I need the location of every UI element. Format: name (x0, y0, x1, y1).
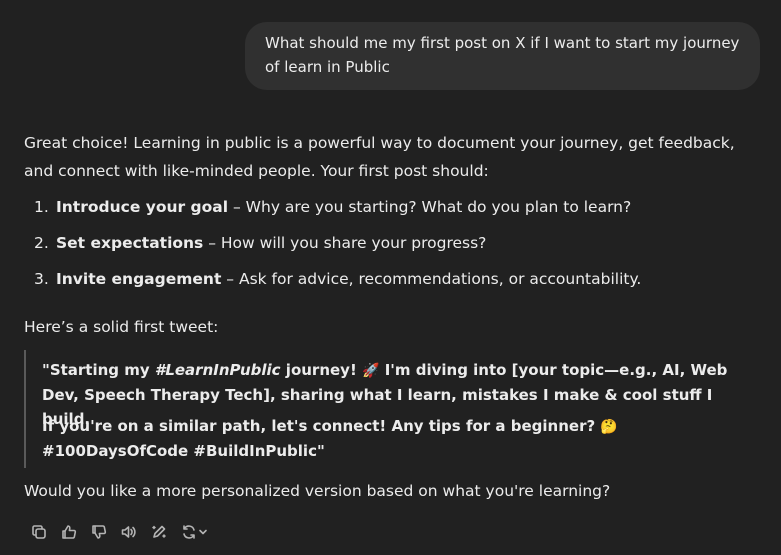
response-intro: Great choice! Learning in public is a po… (24, 134, 735, 180)
tweet-blockquote: "Starting my #LearnInPublic journey! 🚀 I… (24, 350, 744, 468)
edit-button[interactable] (144, 520, 174, 544)
list-item-text: – Why are you starting? What do you plan… (228, 198, 632, 216)
user-message-text: What should me my first post on X if I w… (265, 34, 740, 76)
message-actions (24, 520, 214, 544)
thumbs-up-icon (62, 525, 77, 539)
list-item: 3. Invite engagement – Ask for advice, r… (24, 265, 764, 293)
list-item-text: – How will you share your progress? (203, 234, 487, 252)
list-item-title: Invite engagement (56, 270, 222, 288)
regenerate-icon (183, 525, 195, 539)
copy-icon (32, 525, 46, 539)
user-message-bubble: What should me my first post on X if I w… (245, 22, 760, 90)
list-item: 2. Set expectations – How will you share… (24, 229, 764, 257)
thumbs-up-button[interactable] (54, 520, 84, 544)
tweet-intro: Here’s a solid first tweet: (24, 318, 219, 336)
list-item: 1. Introduce your goal – Why are you sta… (24, 193, 764, 221)
thumbs-down-button[interactable] (84, 520, 114, 544)
list-number: 1. (34, 198, 49, 216)
read-aloud-icon (121, 526, 136, 538)
edit-icon (152, 525, 166, 538)
list-number: 3. (34, 270, 49, 288)
list-number: 2. (34, 234, 49, 252)
list-item-text: – Ask for advice, recommendations, or ac… (221, 270, 642, 288)
thinking-emoji: 🤔 (600, 419, 618, 435)
thumbs-down-icon (92, 525, 107, 539)
tweet-paragraph-2: If you're on a similar path, let's conne… (42, 417, 618, 460)
rocket-emoji: 🚀 (362, 363, 380, 379)
hashtag: #LearnInPublic (154, 361, 281, 379)
response-closing: Would you like a more personalized versi… (24, 482, 611, 500)
copy-button[interactable] (24, 520, 54, 544)
regenerate-button[interactable] (174, 520, 214, 544)
read-aloud-button[interactable] (114, 520, 144, 544)
chevron-down-icon (199, 529, 207, 535)
list-item-title: Set expectations (56, 234, 204, 252)
list-item-title: Introduce your goal (56, 198, 229, 216)
